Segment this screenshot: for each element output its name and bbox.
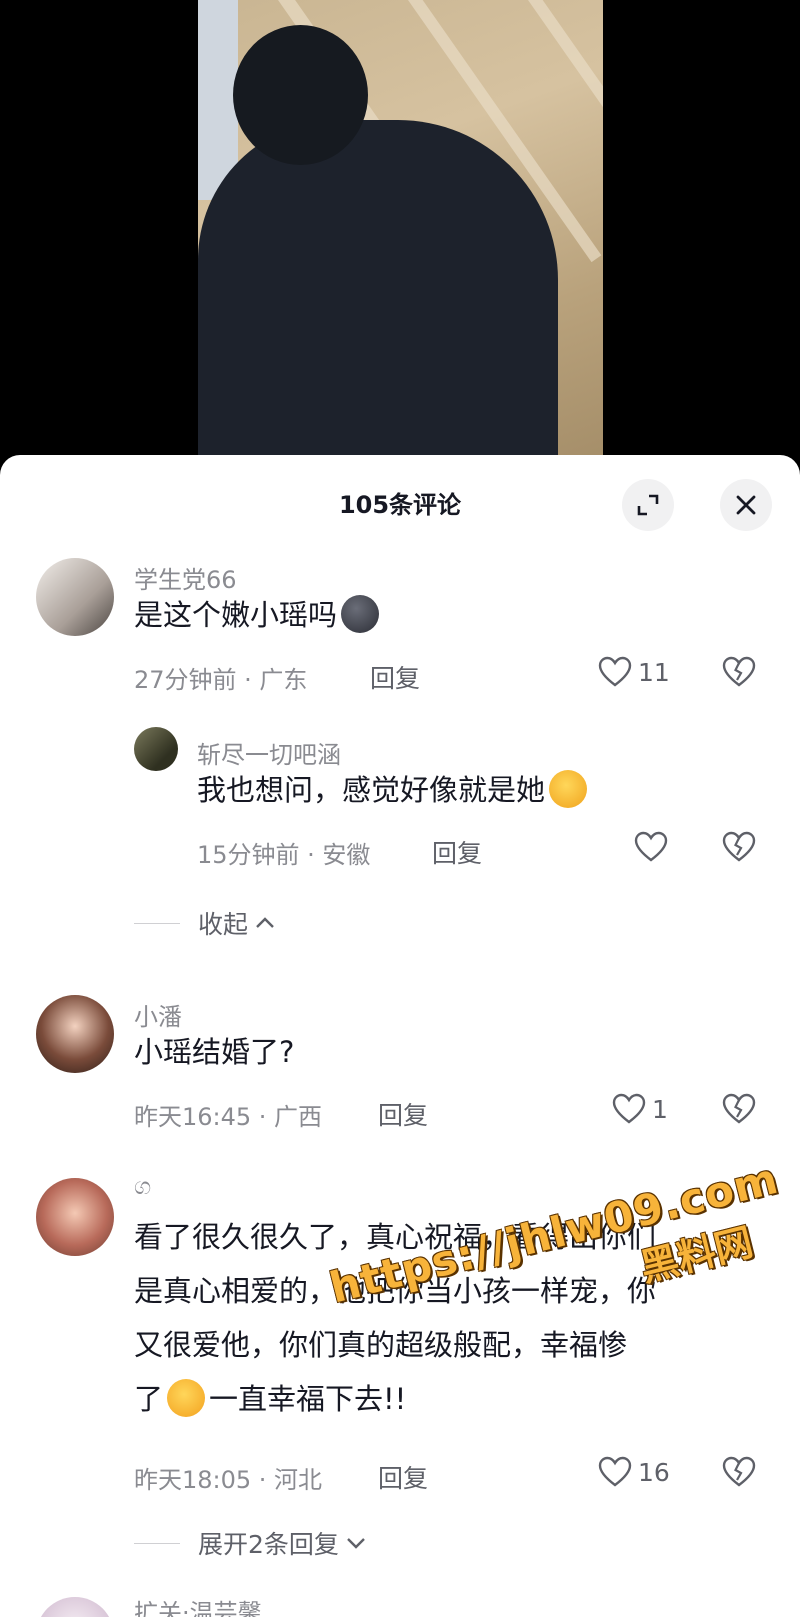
expand-label: 展开2条回复 — [198, 1530, 339, 1559]
like-count: 16 — [638, 1457, 670, 1487]
avatar[interactable] — [36, 1178, 114, 1256]
video-player[interactable] — [0, 0, 800, 470]
comment-text-line: 了一直幸福下去!! — [134, 1372, 744, 1426]
reply-button[interactable]: 回复 — [370, 659, 420, 695]
dislike-button[interactable] — [722, 656, 756, 692]
comment-item: 学生党66 是这个嫩小瑶吗 27分钟前 · 广东 回复 11 — [0, 550, 800, 700]
comment-time-location: 27分钟前 · 广东 — [134, 666, 308, 694]
reply-item: 斩尽一切吧涵 我也想问，感觉好像就是她 15分钟前 · 安徽 回复 — [0, 725, 800, 869]
comment-username[interactable]: ග — [134, 1172, 151, 1200]
video-frame — [198, 0, 603, 470]
like-button[interactable]: 1 — [612, 1093, 668, 1125]
avatar[interactable] — [36, 995, 114, 1073]
comment-text-content: 是这个嫩小瑶吗 — [134, 598, 338, 632]
comment-count-title: 105条评论 — [338, 491, 462, 519]
avatar[interactable] — [36, 558, 114, 636]
crying-emoji-icon — [167, 1379, 206, 1417]
like-button[interactable] — [634, 831, 668, 863]
like-count: 1 — [652, 1094, 668, 1124]
divider — [134, 922, 180, 924]
broken-heart-icon — [722, 1456, 756, 1487]
comment-item: 扩关·温芸馨 — [0, 1585, 800, 1617]
comment-time-location: 昨天18:05 · 河北 — [134, 1466, 323, 1494]
collapse-label: 收起 — [198, 910, 249, 939]
like-button[interactable]: 11 — [598, 656, 670, 688]
heart-icon — [598, 656, 632, 687]
comment-time-location: 15分钟前 · 安徽 — [197, 841, 371, 869]
expand-replies-button[interactable]: 展开2条回复 — [134, 1525, 367, 1561]
comment-time-location: 昨天16:45 · 广西 — [134, 1103, 323, 1131]
broken-heart-icon — [722, 656, 756, 687]
like-button[interactable]: 16 — [598, 1456, 670, 1488]
heart-icon — [634, 831, 668, 862]
avatar[interactable] — [134, 727, 178, 771]
broken-heart-icon — [722, 1093, 756, 1124]
comment-text-line: 又很爱他，你们真的超级般配，幸福惨 — [134, 1328, 628, 1362]
face-emoji-icon — [341, 595, 380, 633]
laughing-emoji-icon — [549, 770, 588, 808]
comment-item: ග 看了很久很久了，真心祝福，看得出你们 是真心相爱的，他把你当小孩一样宠，你 … — [0, 1170, 800, 1510]
heart-icon — [612, 1093, 646, 1124]
reply-button[interactable]: 回复 — [378, 1459, 428, 1495]
chevron-down-icon — [347, 1538, 365, 1549]
comment-username[interactable]: 扩关·温芸馨 — [134, 1593, 262, 1617]
comment-sheet: 105条评论 学生党66 是这个嫩小瑶吗 27分钟前 · 广东 回复 11 斩尽… — [0, 455, 800, 1617]
close-icon — [736, 495, 756, 515]
comment-text: 看了很久很久了，真心祝福，看得出你们 是真心相爱的，他把你当小孩一样宠，你 又很… — [134, 1210, 744, 1426]
comment-item: 小潘 小瑶结婚了? 昨天16:45 · 广西 回复 1 — [0, 987, 800, 1137]
comment-text-line: 是真心相爱的，他把你当小孩一样宠，你 — [134, 1274, 657, 1308]
comment-text-content: 我也想问，感觉好像就是她 — [197, 773, 546, 807]
dislike-button[interactable] — [722, 1093, 756, 1129]
reply-button[interactable]: 回复 — [378, 1096, 428, 1132]
comment-sheet-header: 105条评论 — [0, 455, 800, 550]
chevron-up-icon — [256, 917, 274, 928]
expand-icon — [637, 494, 659, 516]
comment-text-line: 看了很久很久了，真心祝福，看得出你们 — [134, 1220, 657, 1254]
heart-icon — [598, 1456, 632, 1487]
like-count: 11 — [638, 657, 670, 687]
dislike-button[interactable] — [722, 831, 756, 867]
avatar[interactable] — [36, 1597, 114, 1617]
expand-button[interactable] — [622, 479, 674, 531]
comment-text: 我也想问，感觉好像就是她 — [197, 763, 588, 817]
dislike-button[interactable] — [722, 1456, 756, 1492]
reply-button[interactable]: 回复 — [432, 834, 482, 870]
close-button[interactable] — [720, 479, 772, 531]
collapse-replies-button[interactable]: 收起 — [134, 905, 276, 941]
comment-text: 是这个嫩小瑶吗 — [134, 588, 380, 642]
broken-heart-icon — [722, 831, 756, 862]
divider — [134, 1542, 180, 1544]
comment-text: 小瑶结婚了? — [134, 1035, 295, 1069]
